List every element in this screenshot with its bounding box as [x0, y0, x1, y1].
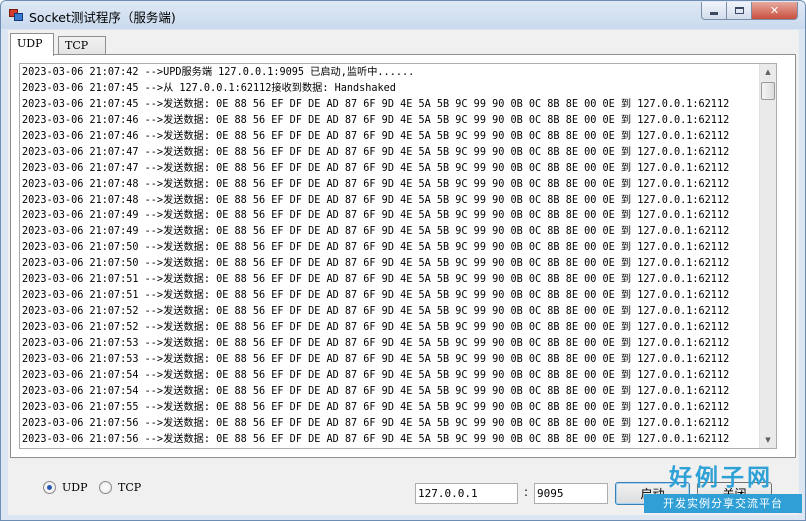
log-line: 2023-03-06 21:07:56 -->发送数据: 0E 88 56 EF…: [22, 433, 730, 445]
minimize-button[interactable]: [701, 2, 727, 20]
app-icon: [9, 9, 23, 21]
scroll-thumb[interactable]: [761, 82, 775, 100]
tab-udp[interactable]: UDP: [10, 33, 54, 56]
maximize-icon: [734, 7, 744, 14]
log-line: 2023-03-06 21:07:53 -->发送数据: 0E 88 56 EF…: [22, 353, 730, 365]
radio-tcp[interactable]: TCP: [99, 481, 141, 494]
log-line: 2023-03-06 21:07:50 -->发送数据: 0E 88 56 EF…: [22, 258, 730, 270]
log-line: 2023-03-06 21:07:51 -->发送数据: 0E 88 56 EF…: [22, 290, 730, 302]
log-line: 2023-03-06 21:07:47 -->发送数据: 0E 88 56 EF…: [22, 162, 730, 174]
log-line: 2023-03-06 21:07:48 -->发送数据: 0E 88 56 EF…: [22, 178, 730, 190]
log-line: 2023-03-06 21:07:52 -->发送数据: 0E 88 56 EF…: [22, 306, 730, 318]
log-line: 2023-03-06 21:07:50 -->发送数据: 0E 88 56 EF…: [22, 242, 730, 254]
log-line: 2023-03-06 21:07:46 -->发送数据: 0E 88 56 EF…: [22, 130, 730, 142]
title-bar[interactable]: Socket测试程序（服务端) ✕: [1, 1, 805, 29]
log-line: 2023-03-06 21:07:56 -->发送数据: 0E 88 56 EF…: [22, 417, 730, 429]
log-lines: 2023-03-06 21:07:42 -->UPD服务端 127.0.0.1:…: [22, 65, 760, 448]
log-line: 2023-03-06 21:07:54 -->发送数据: 0E 88 56 EF…: [22, 369, 730, 381]
ip-port-separator: :: [523, 485, 529, 499]
log-line: 2023-03-06 21:07:46 -->发送数据: 0E 88 56 EF…: [22, 114, 730, 126]
radio-tcp-label: TCP: [118, 481, 142, 494]
tab-page-udp: 2023-03-06 21:07:42 -->UPD服务端 127.0.0.1:…: [10, 54, 796, 458]
close-button[interactable]: ✕: [751, 2, 798, 20]
minimize-icon: [710, 11, 718, 15]
port-field[interactable]: 9095: [534, 483, 608, 504]
log-line: 2023-03-06 21:07:48 -->发送数据: 0E 88 56 EF…: [22, 194, 730, 206]
close-icon: ✕: [769, 4, 780, 17]
stop-button[interactable]: 关闭: [697, 482, 772, 505]
log-line: 2023-03-06 21:07:52 -->发送数据: 0E 88 56 EF…: [22, 322, 730, 333]
log-line: 2023-03-06 21:07:55 -->发送数据: 0E 88 56 EF…: [22, 401, 730, 413]
radio-udp[interactable]: UDP: [43, 481, 88, 494]
vertical-scrollbar[interactable]: ▲ ▼: [759, 64, 776, 448]
radio-tcp-circle[interactable]: [99, 481, 112, 494]
main-panel: UDP TCP 2023-03-06 21:07:42 -->UPD服务端 12…: [8, 30, 799, 515]
scroll-up-icon[interactable]: ▲: [760, 64, 776, 80]
radio-udp-label: UDP: [62, 481, 88, 494]
app-window: Socket测试程序（服务端) ✕ UDP TCP 2023-03-06 21:…: [0, 0, 806, 521]
log-line: 2023-03-06 21:07:42 -->UPD服务端 127.0.0.1:…: [22, 67, 415, 78]
ip-address-field[interactable]: 127.0.0.1: [415, 483, 518, 504]
tab-tcp[interactable]: TCP: [58, 36, 106, 55]
log-line: 2023-03-06 21:07:51 -->发送数据: 0E 88 56 EF…: [22, 274, 730, 286]
log-textbox[interactable]: 2023-03-06 21:07:42 -->UPD服务端 127.0.0.1:…: [19, 63, 777, 449]
log-line: 2023-03-06 21:07:49 -->发送数据: 0E 88 56 EF…: [22, 226, 730, 238]
log-line: 2023-03-06 21:07:53 -->发送数据: 0E 88 56 EF…: [22, 337, 730, 349]
log-line: 2023-03-06 21:07:49 -->发送数据: 0E 88 56 EF…: [22, 210, 730, 222]
log-line: 2023-03-06 21:07:45 -->发送数据: 0E 88 56 EF…: [22, 98, 730, 110]
radio-udp-circle[interactable]: [43, 481, 56, 494]
log-line: 2023-03-06 21:07:54 -->发送数据: 0E 88 56 EF…: [22, 385, 730, 397]
start-button[interactable]: 启动: [615, 482, 690, 505]
maximize-button[interactable]: [726, 2, 752, 20]
window-title: Socket测试程序（服务端): [29, 10, 176, 25]
log-line: 2023-03-06 21:07:47 -->发送数据: 0E 88 56 EF…: [22, 146, 730, 158]
scroll-down-icon[interactable]: ▼: [760, 432, 776, 448]
log-line: 2023-03-06 21:07:45 -->从 127.0.0.1:62112…: [22, 82, 396, 94]
